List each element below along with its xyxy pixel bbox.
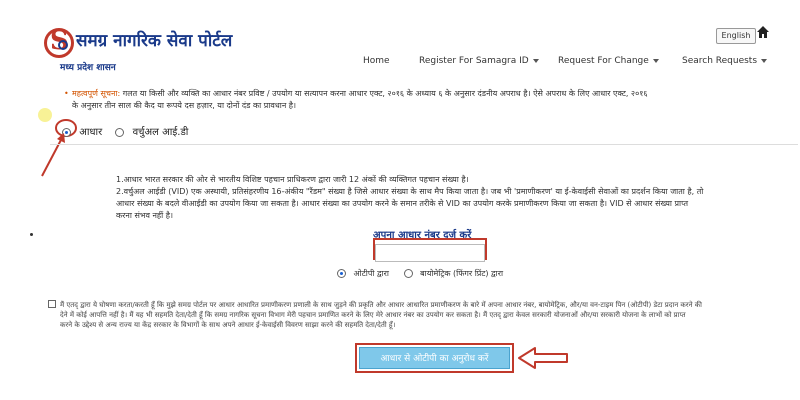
notice-text-line1: गलत या किसी और व्यक्ति का आधार नंबर प्रव… [122,89,648,98]
nav-register[interactable]: Register For Samagra ID [419,56,539,66]
nav-search-requests-label: Search Requests [682,56,758,66]
aadhaar-number-input[interactable] [375,244,485,262]
nav-search-requests[interactable]: Search Requests [682,56,768,66]
consent-line1: मैं एतद् द्वारा ये घोषणा करता/करती हूँ क… [60,301,702,309]
portal-title[interactable]: समग्र नागरिक सेवा पोर्टल [76,28,232,51]
english-language-button[interactable]: English [716,28,756,44]
radio-biometric[interactable] [403,269,413,278]
info-line4: करना संभव नहीं है। [116,211,174,220]
radio-otp[interactable] [337,269,346,278]
consent-checkbox[interactable] [48,300,56,308]
important-notice: • महत्वपूर्ण सूचना: गलत या किसी और व्यक्… [64,88,792,112]
chevron-down-icon [532,58,539,63]
info-line2: 2.वर्चुअल आईडी (VID) एक अस्थायी, प्रतिसं… [116,187,704,196]
home-icon[interactable] [757,25,769,39]
auth-method-radio-group: ओटीपी द्वारा बायोमेट्रिक (फिंगर प्रिंट) … [337,268,503,279]
consent-line3: करने के उद्देश्य से अन्य राज्य या केंद्र… [60,321,396,329]
id-info-text: 1.आधार भारत सरकार की ओर से भारतीय विशिष्… [116,174,796,222]
cursor-highlight [38,108,52,122]
chevron-down-icon [761,58,768,63]
consent-text: मैं एतद् द्वारा ये घोषणा करता/करती हूँ क… [60,300,800,330]
aadhaar-input-wrapper [373,238,487,262]
otp-button-highlight: आधार से ओटीपी का अनुरोध करें [355,343,514,373]
nav-request-change[interactable]: Request For Change [558,56,659,66]
nav-request-change-label: Request For Change [558,56,649,66]
annotation-arrow-icon [518,347,568,369]
chevron-down-icon [652,58,659,63]
radio-biometric-label[interactable]: बायोमेट्रिक (फिंगर प्रिंट) द्वारा [420,269,503,278]
nav-register-label: Register For Samagra ID [419,56,529,66]
id-type-radio-group: आधार वर्चुअल आई.डी [62,124,188,138]
info-line3: आधार संख्या के बदले वीआईडी का उपयोग किया… [116,199,689,208]
notice-text-line2: के अनुसार तीन साल की कैद या रूपये दस हज़… [72,101,297,110]
radio-otp-label[interactable]: ओटीपी द्वारा [354,269,389,278]
request-otp-button[interactable]: आधार से ओटीपी का अनुरोध करें [359,347,510,369]
info-line1: 1.आधार भारत सरकार की ओर से भारतीय विशिष्… [116,175,469,184]
site-header: S समग्र नागरिक सेवा पोर्टल मध्य प्रदेश श… [0,0,800,80]
radio-virtual-id-label[interactable]: वर्चुअल आई.डी [133,127,189,138]
stray-dot [30,233,33,236]
annotation-arrow-icon [41,133,65,177]
notice-label: महत्वपूर्ण सूचना: [72,89,121,98]
portal-subtitle: मध्य प्रदेश शासन [60,63,116,73]
samagra-logo-icon[interactable]: S [44,26,74,58]
section-divider [50,144,798,145]
consent-line2: देने में कोई आपत्ति नहीं है। मैं यह भी स… [60,311,686,319]
radio-aadhaar-label[interactable]: आधार [79,127,102,138]
radio-virtual-id[interactable] [115,127,125,137]
bullet-icon: • [64,89,69,98]
nav-home[interactable]: Home [363,56,390,66]
